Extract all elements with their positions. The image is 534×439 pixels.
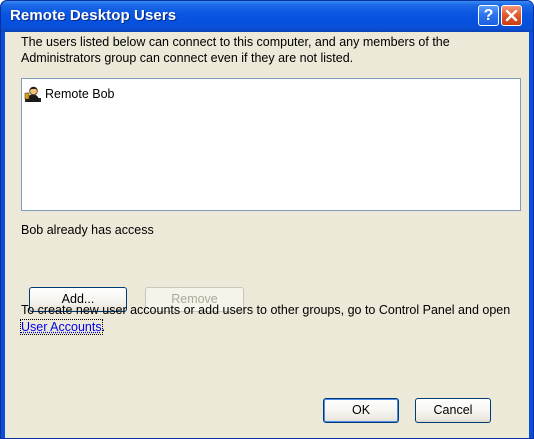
title-bar[interactable]: Remote Desktop Users ?: [1, 1, 533, 32]
help-button[interactable]: ?: [478, 5, 499, 26]
user-list[interactable]: Remote Bob: [21, 78, 521, 211]
user-name: Remote Bob: [45, 87, 115, 101]
info-text-start: To create new user accounts or add users…: [21, 303, 511, 317]
cancel-button[interactable]: Cancel: [415, 398, 491, 423]
help-icon: ?: [483, 7, 494, 24]
dialog-window: Remote Desktop Users ? The users listed …: [0, 0, 534, 439]
close-icon: [505, 9, 518, 22]
user-accounts-link[interactable]: User Accounts: [20, 319, 103, 335]
window-title: Remote Desktop Users: [10, 7, 177, 24]
user-icon: [24, 86, 41, 102]
list-item[interactable]: Remote Bob: [24, 85, 114, 103]
status-text: Bob already has access: [21, 223, 154, 237]
info-text: To create new user accounts or add users…: [20, 302, 521, 336]
description-text: The users listed below can connect to th…: [21, 35, 450, 65]
info-text-end: .: [101, 320, 106, 334]
ok-button[interactable]: OK: [323, 398, 399, 423]
close-button[interactable]: [501, 5, 522, 26]
